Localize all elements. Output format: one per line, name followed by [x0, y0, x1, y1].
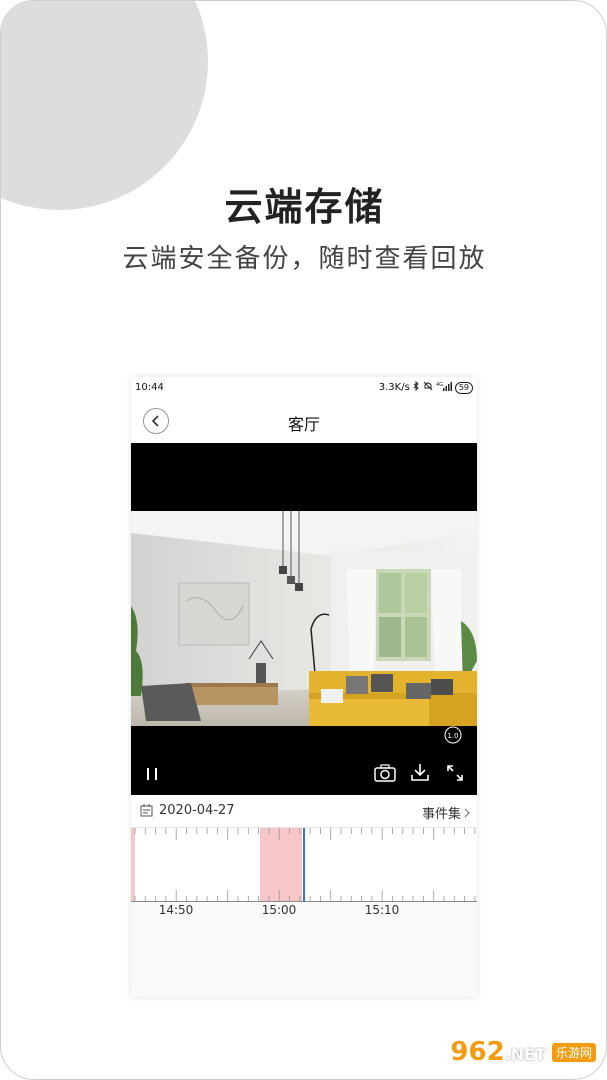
camera-icon: [374, 764, 396, 782]
watermark-logo: 962.NET: [450, 1037, 546, 1067]
battery-indicator: 59: [454, 381, 473, 394]
svg-text:4G: 4G: [436, 382, 443, 388]
recorded-segment: [131, 828, 135, 902]
network-speed: 3.3K/s: [378, 382, 410, 393]
recorded-segment: [260, 828, 302, 902]
signal-icon: 4G: [436, 381, 452, 394]
video-player[interactable]: 1.0: [131, 443, 477, 795]
timeline-track[interactable]: [131, 828, 477, 902]
screenshot-button[interactable]: [373, 761, 397, 785]
page-title: 客厅: [287, 415, 320, 434]
events-link[interactable]: 事件集: [422, 803, 471, 822]
phone-mockup: 10:44 3.3K/s 4G 59 客厅 1.0 2020-04-27 事件集…: [131, 377, 477, 997]
nav-bar: 客厅: [131, 399, 477, 443]
pause-button[interactable]: [141, 763, 163, 785]
status-bar: 10:44 3.3K/s 4G 59: [131, 377, 477, 399]
site-watermark: 962.NET 乐游网: [450, 1037, 596, 1067]
feature-title: 云端存储: [224, 185, 385, 229]
watermark-text: 乐游网: [551, 1042, 596, 1062]
fullscreen-icon: [447, 765, 463, 781]
playback-speed-badge[interactable]: 1.0: [443, 725, 463, 745]
pause-icon: [147, 768, 157, 780]
date-bar: 2020-04-27 事件集: [131, 795, 477, 828]
living-room-video-frame: [131, 511, 477, 726]
mute-icon: [423, 381, 433, 394]
status-time: 10:44: [135, 382, 164, 393]
svg-text:1.0: 1.0: [447, 732, 458, 740]
timeline-label: 15:10: [364, 903, 400, 917]
calendar-icon[interactable]: [140, 804, 153, 821]
bluetooth-icon: [413, 380, 420, 394]
screenshot-frame: 云端存储 云端安全备份，随时查看回放 10:44 3.3K/s 4G 59 客厅…: [0, 0, 607, 1080]
timeline-labels: 14:50 15:00 15:10: [131, 903, 477, 923]
download-icon: [411, 764, 429, 781]
timeline-scrubber[interactable]: [131, 828, 477, 902]
timeline-label: 15:00: [261, 903, 297, 917]
feature-subtitle: 云端安全备份，随时查看回放: [122, 244, 487, 274]
events-label: 事件集: [421, 807, 461, 822]
chevron-right-icon: [464, 808, 470, 817]
selected-date[interactable]: 2020-04-27: [159, 803, 235, 818]
download-button[interactable]: [408, 760, 432, 784]
fullscreen-button[interactable]: [443, 761, 467, 785]
timeline-label: 14:50: [158, 903, 194, 917]
